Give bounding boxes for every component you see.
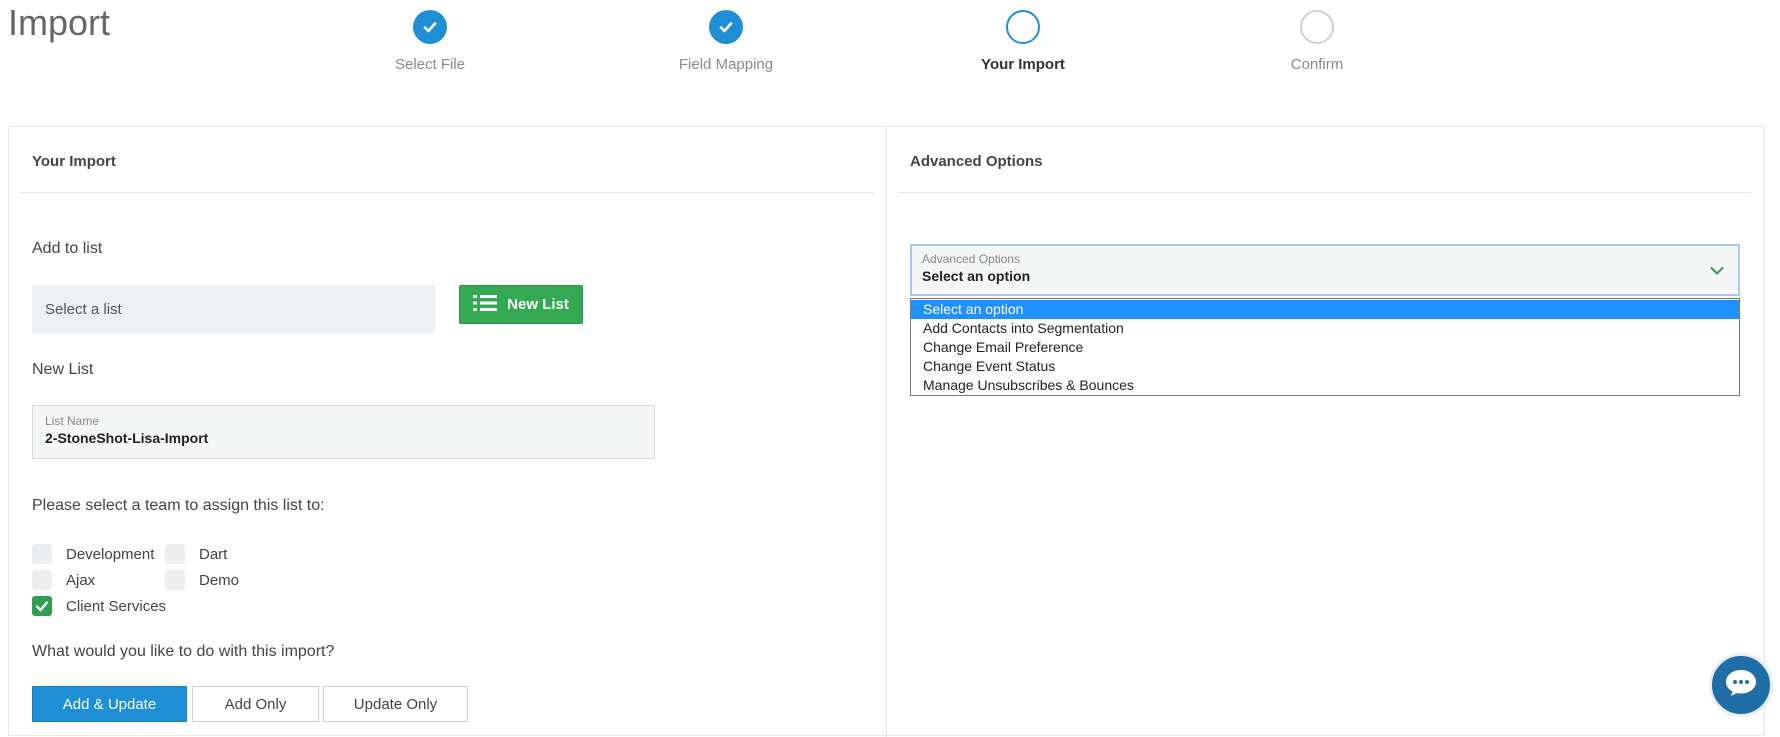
team-checkbox-development[interactable]: Development — [32, 544, 154, 564]
team-label: Development — [66, 545, 155, 563]
new-list-label: New List — [32, 361, 94, 378]
column-divider — [886, 127, 887, 737]
select-list-dropdown[interactable]: Select a list — [32, 285, 435, 333]
step-label: Field Mapping — [678, 56, 774, 73]
advanced-options-dropdown-list: Select an option Add Contacts into Segme… — [910, 298, 1740, 396]
list-name-field[interactable]: List Name 2-StoneShot-Lisa-Import — [32, 405, 655, 459]
advanced-options-heading: Advanced Options — [910, 153, 1043, 170]
dropdown-option[interactable]: Change Email Preference — [911, 338, 1739, 357]
team-label: Demo — [199, 571, 240, 589]
chat-bubble-icon — [1724, 668, 1758, 703]
list-name-label: List Name — [45, 414, 100, 428]
check-icon — [413, 10, 447, 44]
chat-button[interactable] — [1709, 653, 1773, 717]
check-icon — [709, 10, 743, 44]
team-checkbox-demo[interactable]: Demo — [165, 570, 239, 590]
section-divider — [20, 192, 874, 193]
action-prompt: What would you like to do with this impo… — [32, 643, 335, 660]
advanced-options-value: Select an option — [922, 268, 1031, 284]
step-field-mapping[interactable]: Field Mapping — [626, 10, 826, 73]
update-only-button[interactable]: Update Only — [323, 686, 468, 722]
step-your-import[interactable]: Your Import — [923, 10, 1123, 73]
current-step-circle-icon — [1006, 10, 1040, 44]
checkbox[interactable] — [32, 596, 52, 616]
new-list-button-label: New List — [507, 296, 569, 313]
checkbox[interactable] — [32, 544, 52, 564]
dropdown-option[interactable]: Add Contacts into Segmentation — [911, 319, 1739, 338]
step-label: Confirm — [1290, 56, 1344, 73]
chevron-down-icon — [1710, 263, 1724, 281]
checkbox[interactable] — [165, 544, 185, 564]
new-list-button[interactable]: New List — [459, 285, 583, 324]
select-list-placeholder: Select a list — [45, 300, 122, 318]
step-label: Your Import — [981, 56, 1065, 73]
step-confirm[interactable]: Confirm — [1217, 10, 1417, 73]
page-title: Import — [8, 2, 111, 43]
checkbox[interactable] — [32, 570, 52, 590]
advanced-options-select[interactable]: Advanced Options Select an option — [910, 244, 1740, 296]
team-label: Ajax — [66, 571, 96, 589]
pending-step-circle-icon — [1300, 10, 1334, 44]
list-icon — [473, 294, 498, 316]
team-checkbox-client-services[interactable]: Client Services — [32, 596, 166, 616]
check-icon — [35, 601, 49, 612]
dropdown-option[interactable]: Select an option — [911, 300, 1739, 319]
team-label: Client Services — [66, 597, 167, 615]
team-checkbox-ajax[interactable]: Ajax — [32, 570, 95, 590]
checkbox[interactable] — [165, 570, 185, 590]
section-divider — [898, 192, 1751, 193]
step-label: Select File — [394, 56, 466, 73]
step-select-file[interactable]: Select File — [330, 10, 530, 73]
list-name-value: 2-StoneShot-Lisa-Import — [45, 430, 209, 446]
dropdown-option[interactable]: Manage Unsubscribes & Bounces — [911, 376, 1739, 395]
team-prompt: Please select a team to assign this list… — [32, 497, 325, 514]
dropdown-option[interactable]: Change Event Status — [911, 357, 1739, 376]
your-import-heading: Your Import — [32, 153, 116, 170]
add-only-button[interactable]: Add Only — [192, 686, 319, 722]
team-checkbox-dart[interactable]: Dart — [165, 544, 227, 564]
add-and-update-button[interactable]: Add & Update — [32, 686, 187, 722]
add-to-list-label: Add to list — [32, 240, 103, 257]
team-label: Dart — [199, 545, 228, 563]
advanced-options-label: Advanced Options — [922, 252, 1021, 266]
